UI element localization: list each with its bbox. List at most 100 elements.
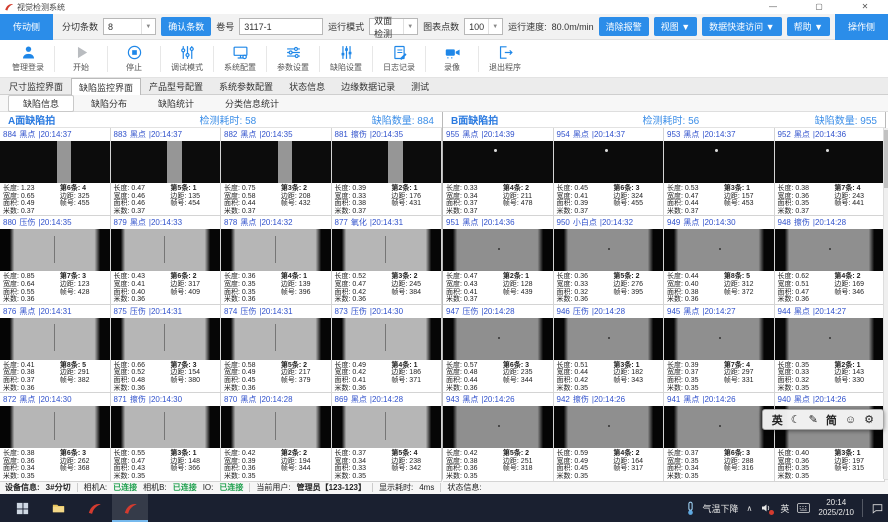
confirm-count-button[interactable]: 确认条数 bbox=[161, 17, 211, 36]
sub-tab-bar: 缺陷信息缺陷分布缺陷统计分类信息统计 bbox=[0, 95, 888, 112]
weather-text[interactable]: 气温下降 bbox=[703, 502, 739, 515]
toolbar-button-stop[interactable]: 停止 bbox=[108, 44, 160, 73]
ime-language-indicator[interactable]: 英 bbox=[780, 502, 789, 515]
file-explorer-icon[interactable] bbox=[40, 494, 76, 522]
defect-image bbox=[0, 318, 110, 360]
toolbar-button-sliders-h[interactable]: 参数设置 bbox=[267, 44, 319, 73]
minimize-button[interactable]: — bbox=[750, 0, 796, 14]
slit-count-select[interactable]: 8▼ bbox=[103, 18, 156, 35]
defect-field: 宽度: 0.52 bbox=[114, 369, 171, 377]
lang-simplified-label[interactable]: 简 bbox=[826, 412, 837, 428]
sub-tab[interactable]: 缺陷信息 bbox=[8, 95, 74, 112]
defect-field: 宽度: 0.43 bbox=[446, 281, 503, 289]
main-tab[interactable]: 产品型号配置 bbox=[141, 78, 211, 94]
defect-cell[interactable]: 883黑点|20:14:37长度: 0.47宽度: 0.46面积: 0.46米数… bbox=[111, 128, 222, 216]
toolbar-button-exit[interactable]: 退出程序 bbox=[479, 44, 531, 73]
keyboard-icon[interactable] bbox=[797, 503, 810, 513]
toolbar-button-tune[interactable]: 调试模式 bbox=[161, 44, 213, 73]
roll-no-input[interactable]: 3117-1 bbox=[239, 18, 323, 35]
defect-cell[interactable]: 872黑点|20:14:30长度: 0.38宽度: 0.36面积: 0.34米数… bbox=[0, 393, 111, 481]
close-button[interactable]: ✕ bbox=[842, 0, 888, 14]
sub-tab[interactable]: 缺陷统计 bbox=[144, 96, 208, 111]
defect-cell[interactable]: 949黑点|20:14:30长度: 0.44宽度: 0.40面积: 0.38米数… bbox=[664, 216, 775, 304]
defect-cell[interactable]: 950小白点|20:14:32长度: 0.36宽度: 0.33面积: 0.32米… bbox=[554, 216, 665, 304]
start-button[interactable] bbox=[4, 494, 40, 522]
hidden-icons-chevron[interactable]: ∧ bbox=[747, 504, 753, 513]
action-center-icon[interactable] bbox=[871, 502, 884, 515]
run-mode-label: 运行模式 bbox=[328, 20, 364, 33]
chart-points-select[interactable]: 100▼ bbox=[464, 18, 503, 35]
defect-cell-header: 944黑点|20:14:27 bbox=[775, 305, 885, 318]
defect-cell[interactable]: 880压伤|20:14:35长度: 0.85宽度: 0.64面积: 0.55米数… bbox=[0, 216, 111, 304]
defect-cell[interactable]: 954黑点|20:14:37长度: 0.45宽度: 0.41面积: 0.39米数… bbox=[554, 128, 665, 216]
emoji-icon[interactable]: ☺ bbox=[845, 414, 856, 426]
toolbar-button-user[interactable]: 管理登录 bbox=[2, 44, 54, 73]
defect-cell[interactable]: 878黑点|20:14:32长度: 0.36宽度: 0.35面积: 0.35米数… bbox=[221, 216, 332, 304]
defect-cell[interactable]: 877氧化|20:14:31长度: 0.52宽度: 0.47面积: 0.42米数… bbox=[332, 216, 443, 304]
clear-alarm-button[interactable]: 清除报警 bbox=[599, 17, 649, 36]
drive-side-button[interactable]: 传动侧 bbox=[0, 14, 53, 40]
defect-cell[interactable]: 882黑点|20:14:35长度: 0.75宽度: 0.58面积: 0.44米数… bbox=[221, 128, 332, 216]
defect-cell[interactable]: 955黑点|20:14:39长度: 0.33宽度: 0.34面积: 0.37米数… bbox=[443, 128, 554, 216]
defect-cell[interactable]: 948擦伤|20:14:28长度: 0.62宽度: 0.51面积: 0.47米数… bbox=[775, 216, 886, 304]
defect-cell[interactable]: 871擦伤|20:14:30长度: 0.55宽度: 0.47面积: 0.43米数… bbox=[111, 393, 222, 481]
defect-cell[interactable]: 940黑点|20:14:26长度: 0.40宽度: 0.36面积: 0.35米数… bbox=[775, 393, 886, 481]
gear-icon[interactable]: ⚙ bbox=[864, 413, 874, 426]
data-quick-access-button[interactable]: 数据快速访问 ▼ bbox=[702, 17, 781, 36]
defect-cell[interactable]: 869黑点|20:14:28长度: 0.37宽度: 0.34面积: 0.33米数… bbox=[332, 393, 443, 481]
speaker-icon[interactable] bbox=[760, 502, 772, 514]
defect-cell[interactable]: 953黑点|20:14:37长度: 0.53宽度: 0.47面积: 0.44米数… bbox=[664, 128, 775, 216]
defect-cell[interactable]: 946压伤|20:14:28长度: 0.51宽度: 0.44面积: 0.42米数… bbox=[554, 305, 665, 393]
defect-cell[interactable]: 952黑点|20:14:36长度: 0.38宽度: 0.36面积: 0.35米数… bbox=[775, 128, 886, 216]
run-mode-select[interactable]: 双面检测▼ bbox=[369, 18, 418, 35]
main-tab[interactable]: 测试 bbox=[403, 78, 437, 94]
sub-tab[interactable]: 分类信息统计 bbox=[211, 96, 293, 111]
defect-cell[interactable]: 876黑点|20:14:31长度: 0.41宽度: 0.38面积: 0.37米数… bbox=[0, 305, 111, 393]
defect-cell[interactable]: 873压伤|20:14:30长度: 0.49宽度: 0.42面积: 0.41米数… bbox=[332, 305, 443, 393]
toolbar-button-monitor[interactable]: 系统配置 bbox=[214, 44, 266, 73]
moon-icon[interactable]: ☾ bbox=[791, 413, 801, 426]
lang-en-label[interactable]: 英 bbox=[772, 412, 783, 428]
defect-cell[interactable]: 941黑点|20:14:26长度: 0.37宽度: 0.35面积: 0.34米数… bbox=[664, 393, 775, 481]
defect-field: 长度: 0.53 bbox=[667, 185, 724, 193]
defect-cell[interactable]: 879黑点|20:14:33长度: 0.43宽度: 0.41面积: 0.40米数… bbox=[111, 216, 222, 304]
defect-cell[interactable]: 951黑点|20:14:36长度: 0.47宽度: 0.43面积: 0.41米数… bbox=[443, 216, 554, 304]
defect-cell[interactable]: 944黑点|20:14:27长度: 0.35宽度: 0.33面积: 0.32米数… bbox=[775, 305, 886, 393]
toolbar-button-sliders-v[interactable]: 缺陷设置 bbox=[320, 44, 372, 73]
defect-time: |20:14:36 bbox=[481, 218, 514, 227]
toolbar-button-journal[interactable]: 日志记录 bbox=[373, 44, 425, 73]
panel-title: B面缺陷拍 bbox=[451, 112, 602, 127]
defect-cell[interactable]: 875压伤|20:14:31长度: 0.66宽度: 0.52面积: 0.48米数… bbox=[111, 305, 222, 393]
defect-cell[interactable]: 943黑点|20:14:26长度: 0.42宽度: 0.38面积: 0.36米数… bbox=[443, 393, 554, 481]
sub-tab[interactable]: 缺陷分布 bbox=[77, 96, 141, 111]
defect-field: 米数: 0.35 bbox=[667, 385, 724, 393]
main-tab[interactable]: 缺陷监控界面 bbox=[71, 78, 141, 95]
defect-cell[interactable]: 947压伤|20:14:28长度: 0.57宽度: 0.48面积: 0.44米数… bbox=[443, 305, 554, 393]
defect-cell[interactable]: 870黑点|20:14:28长度: 0.42宽度: 0.39面积: 0.36米数… bbox=[221, 393, 332, 481]
defect-field: 帧号: 342 bbox=[391, 465, 438, 473]
defect-time: |20:14:30 bbox=[370, 307, 403, 316]
main-tab[interactable]: 尺寸监控界面 bbox=[1, 78, 71, 94]
operator-side-button[interactable]: 操作侧 bbox=[835, 14, 888, 40]
defect-cell[interactable]: 881擦伤|20:14:35长度: 0.39宽度: 0.33面积: 0.38米数… bbox=[332, 128, 443, 216]
defect-cell[interactable]: 945黑点|20:14:27长度: 0.39宽度: 0.37面积: 0.35米数… bbox=[664, 305, 775, 393]
defect-field: 米数: 0.37 bbox=[446, 296, 503, 304]
defect-id: 947 bbox=[446, 307, 459, 316]
defect-cell[interactable]: 884黑点|20:14:37长度: 1.23宽度: 0.65面积: 0.49米数… bbox=[0, 128, 111, 216]
help-menu-button[interactable]: 帮助 ▼ bbox=[787, 17, 830, 36]
toolbar-button-camera[interactable]: 录像 bbox=[426, 44, 478, 73]
clock[interactable]: 20:14 2025/2/10 bbox=[818, 498, 854, 518]
defect-time: |20:14:26 bbox=[702, 395, 735, 404]
main-tab[interactable]: 状态信息 bbox=[281, 78, 333, 94]
app-icon-inspection[interactable] bbox=[76, 494, 112, 522]
toolbar-button-play[interactable]: 开始 bbox=[55, 44, 107, 73]
defect-cell[interactable]: 874压伤|20:14:31长度: 0.58宽度: 0.49面积: 0.45米数… bbox=[221, 305, 332, 393]
main-tab[interactable]: 系统参数配置 bbox=[211, 78, 281, 94]
view-menu-button[interactable]: 视图 ▼ bbox=[654, 17, 697, 36]
main-tab[interactable]: 边缘数据记录 bbox=[333, 78, 403, 94]
defect-field: 宽度: 0.41 bbox=[114, 281, 171, 289]
defect-cell[interactable]: 942擦伤|20:14:26长度: 0.59宽度: 0.49面积: 0.45米数… bbox=[554, 393, 665, 481]
app-icon-inspection-active[interactable] bbox=[112, 494, 148, 522]
pen-icon[interactable]: ✎ bbox=[809, 413, 818, 426]
maximize-button[interactable]: ▢ bbox=[796, 0, 842, 14]
